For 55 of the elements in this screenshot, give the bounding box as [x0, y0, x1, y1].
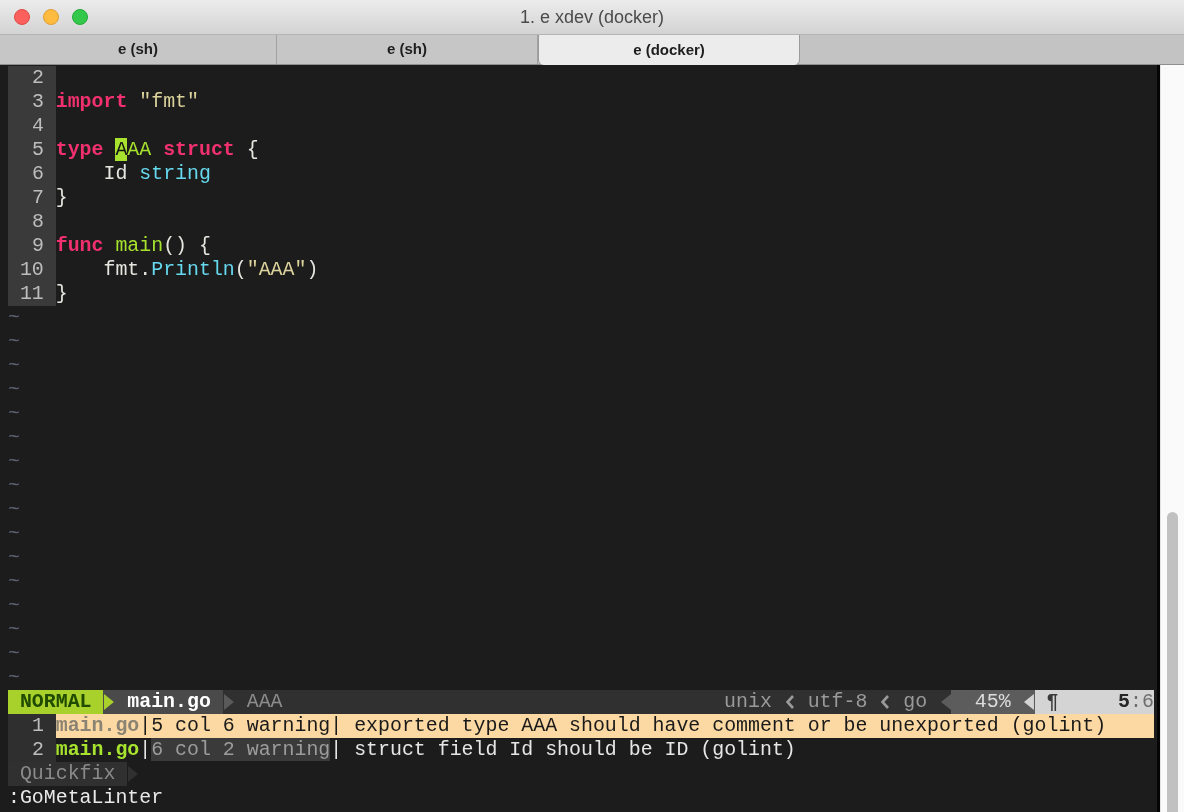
- file-encoding: utf-8: [807, 690, 868, 714]
- line-number: 7: [8, 186, 56, 210]
- line-number: 5: [8, 138, 56, 162]
- current-symbol: AAA: [246, 690, 283, 714]
- line-number: 10: [8, 258, 56, 282]
- empty-line-marker: ~: [8, 618, 20, 642]
- cursor-position: 5:6: [1118, 690, 1154, 714]
- command-line[interactable]: :GoMetaLinter: [8, 786, 164, 810]
- code-line: fmt.Println("AAA"): [103, 258, 319, 282]
- code-line: }: [55, 282, 68, 306]
- scrollbar-track[interactable]: [1160, 65, 1184, 812]
- line-number: 11: [8, 282, 56, 306]
- code-line: func main() {: [55, 234, 211, 258]
- empty-line-marker: ~: [8, 594, 20, 618]
- line-number: 6: [8, 162, 56, 186]
- zoom-button[interactable]: [72, 9, 88, 25]
- empty-line-marker: ~: [8, 522, 20, 546]
- chevron-left-icon: [881, 695, 890, 709]
- empty-line-marker: ~: [8, 570, 20, 594]
- quickfix-entry[interactable]: main.go|6 col 2 warning| struct field Id should be ID (golint): [55, 738, 796, 762]
- line-number: 2: [8, 738, 56, 762]
- minimize-button[interactable]: [43, 9, 59, 25]
- code-line: import "fmt": [55, 90, 199, 114]
- line-number: 1: [8, 714, 56, 738]
- code-line: }: [55, 186, 68, 210]
- scrollbar-thumb[interactable]: [1167, 512, 1178, 812]
- line-number: 2: [8, 66, 56, 90]
- quickfix-entry[interactable]: main.go|5 col 6 warning| exported type AAA should have comment or be unexported (golint): [55, 714, 1154, 738]
- empty-line-marker: ~: [8, 354, 20, 378]
- empty-line-marker: ~: [8, 546, 20, 570]
- empty-line-marker: ~: [8, 474, 20, 498]
- empty-line-marker: ~: [8, 402, 20, 426]
- empty-line-marker: ~: [8, 642, 20, 666]
- empty-line-marker: ~: [8, 666, 20, 690]
- tab[interactable]: e (docker): [538, 35, 800, 66]
- file-type: go: [903, 690, 928, 714]
- empty-line-marker: ~: [8, 498, 20, 522]
- empty-line-marker: ~: [8, 426, 20, 450]
- window-title: 1. e xdev (docker): [519, 5, 665, 29]
- line-marker: ¶: [1046, 690, 1059, 714]
- line-number: 3: [8, 90, 56, 114]
- code-line: Id string: [103, 162, 211, 186]
- empty-line-marker: ~: [8, 378, 20, 402]
- close-button[interactable]: [14, 9, 30, 25]
- empty-line-marker: ~: [8, 450, 20, 474]
- file-name: main.go: [115, 690, 223, 714]
- chevron-left-icon: [785, 695, 794, 709]
- file-format: unix: [724, 690, 772, 714]
- line-number: 9: [8, 234, 56, 258]
- line-number: 4: [8, 114, 56, 138]
- empty-line-marker: ~: [8, 330, 20, 354]
- separator-arrow-icon: [941, 694, 951, 710]
- separator-arrow-icon: [223, 694, 234, 710]
- line-number: 8: [8, 210, 56, 234]
- empty-line-marker: ~: [8, 306, 20, 330]
